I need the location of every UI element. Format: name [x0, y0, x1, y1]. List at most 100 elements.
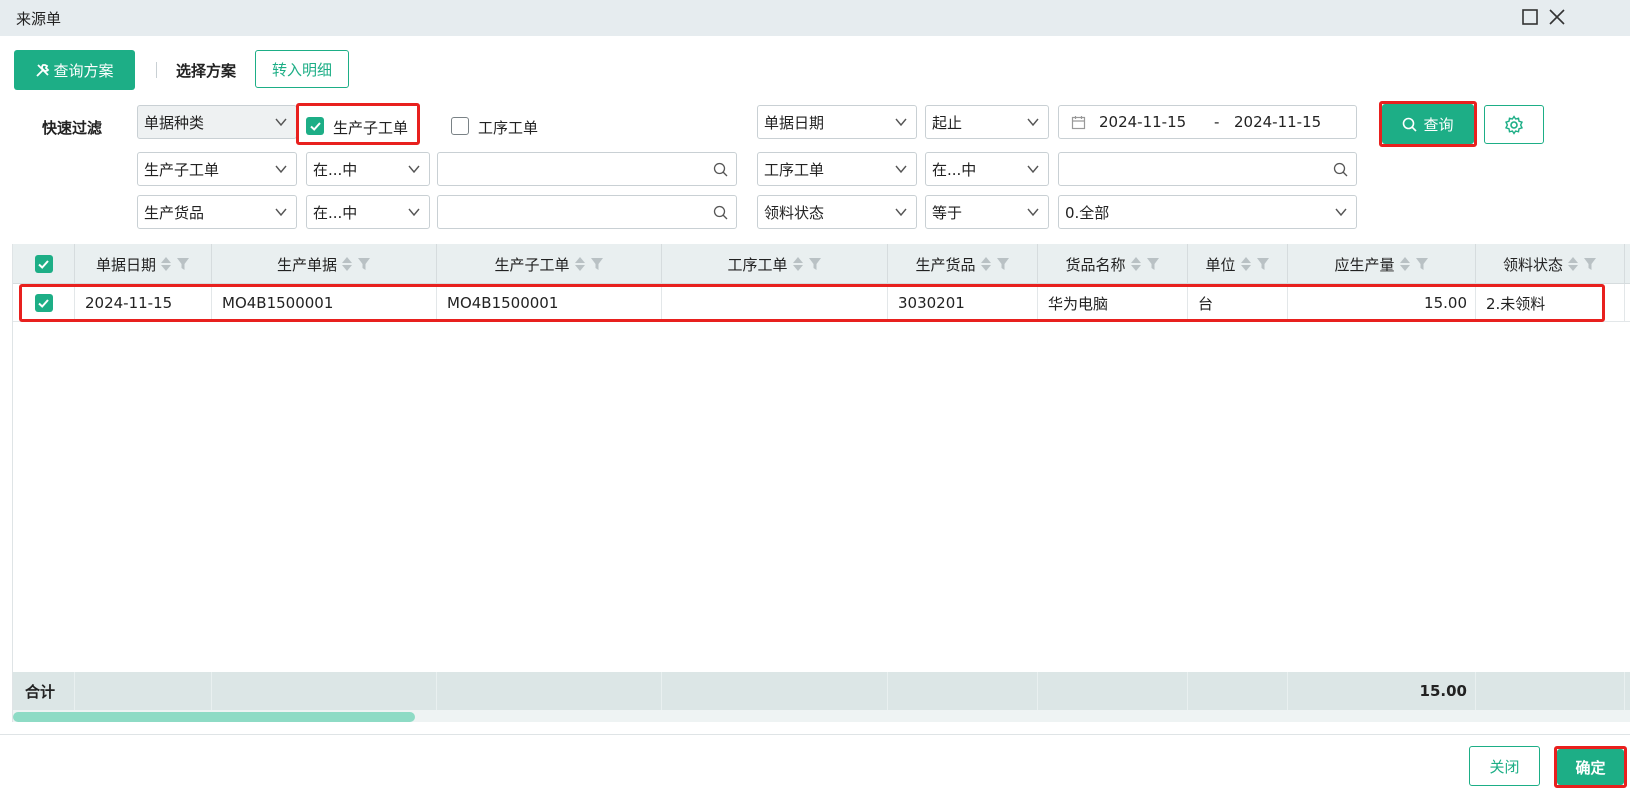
row3-value1-input[interactable]: [437, 195, 737, 229]
column-header-label: 单位: [1205, 255, 1236, 274]
row2-op1-value: 在...中: [313, 160, 358, 179]
process-order-checkbox[interactable]: [451, 117, 469, 135]
confirm-button[interactable]: 确定: [1557, 749, 1624, 785]
gear-icon: [1505, 114, 1523, 135]
chevron-down-icon: [1027, 165, 1039, 174]
chevron-down-icon: [408, 208, 420, 217]
total-qty: 15.00: [1288, 672, 1476, 710]
filter-icon[interactable]: [1256, 257, 1270, 271]
close-button-label: 关闭: [1489, 757, 1520, 776]
chevron-down-icon: [275, 118, 287, 127]
row3-value2-select[interactable]: 0.全部: [1058, 195, 1357, 229]
column-header-label: 货品名称: [1065, 255, 1126, 274]
date-start-value[interactable]: 2024-11-15: [1099, 113, 1186, 131]
date-field-select[interactable]: 单据日期: [757, 105, 917, 139]
column-header-label: 生产子工单: [494, 255, 570, 274]
row3-field2-select[interactable]: 领料状态: [757, 195, 917, 229]
select-all-checkbox[interactable]: [34, 255, 53, 273]
sort-icon[interactable]: [980, 255, 992, 273]
maximize-icon[interactable]: [1521, 8, 1541, 28]
close-button[interactable]: 关闭: [1469, 746, 1540, 786]
check-icon: [38, 259, 49, 269]
sort-icon[interactable]: [1399, 255, 1411, 273]
transfer-detail-button[interactable]: 转入明细: [255, 50, 349, 88]
column-header-label: 单据日期: [95, 255, 156, 274]
row2-op2-select[interactable]: 在...中: [925, 152, 1049, 186]
date-mode-select[interactable]: 起止: [925, 105, 1049, 139]
production-sub-order-label[interactable]: 生产子工单: [333, 117, 408, 138]
process-order-label[interactable]: 工序工单: [478, 117, 538, 138]
search-icon[interactable]: [1333, 162, 1348, 177]
date-end-value[interactable]: 2024-11-15: [1234, 113, 1321, 131]
sort-icon[interactable]: [792, 255, 804, 273]
filter-icon[interactable]: [996, 257, 1010, 271]
confirm-button-label: 确定: [1575, 758, 1606, 777]
date-range-picker[interactable]: 2024-11-15 - 2024-11-15: [1058, 105, 1357, 139]
search-icon: [1403, 117, 1418, 132]
column-header-unit[interactable]: 单位: [1188, 244, 1288, 284]
horizontal-scrollbar[interactable]: [13, 710, 1630, 722]
sort-icon[interactable]: [1130, 255, 1142, 273]
column-header-process-order[interactable]: 工序工单: [662, 244, 888, 284]
column-header-product[interactable]: 生产货品: [888, 244, 1038, 284]
total-label: 合计: [13, 672, 75, 710]
date-separator: -: [1214, 113, 1220, 131]
row3-op2-select[interactable]: 等于: [925, 195, 1049, 229]
chevron-down-icon: [1027, 118, 1039, 127]
search-icon[interactable]: [713, 162, 728, 177]
footer-cell: [1188, 672, 1288, 710]
row-checkbox[interactable]: [34, 294, 53, 312]
select-scheme-label[interactable]: 选择方案: [176, 60, 236, 81]
column-header-product-name[interactable]: 货品名称: [1038, 244, 1188, 284]
column-header-production-doc[interactable]: 生产单据: [212, 244, 437, 284]
filter-icon[interactable]: [176, 257, 190, 271]
footer-cell: [888, 672, 1038, 710]
row3-op1-select[interactable]: 在...中: [306, 195, 430, 229]
row2-value2-input[interactable]: [1058, 152, 1357, 186]
sort-icon[interactable]: [341, 255, 353, 273]
row2-field2-select[interactable]: 工序工单: [757, 152, 917, 186]
row2-op2-value: 在...中: [932, 160, 977, 179]
grid-footer-total: 合计 15.00: [13, 672, 1630, 710]
row2-field2-value: 工序工单: [764, 160, 825, 179]
cell-date: 2024-11-15: [75, 284, 212, 322]
query-button[interactable]: 查询: [1382, 104, 1474, 144]
footer-cell: [437, 672, 662, 710]
column-header-sub-order[interactable]: 生产子工单: [437, 244, 662, 284]
row2-field1-value: 生产子工单: [144, 160, 220, 179]
column-header-material-status[interactable]: 领料状态: [1476, 244, 1625, 284]
cell-planned-qty: 15.00: [1288, 284, 1476, 322]
production-sub-order-checkbox[interactable]: [306, 117, 324, 135]
column-header-date[interactable]: 单据日期: [75, 244, 212, 284]
footer-cell: [1038, 672, 1188, 710]
row2-field1-select[interactable]: 生产子工单: [137, 152, 297, 186]
column-header-label: 工序工单: [727, 255, 788, 274]
settings-button[interactable]: [1484, 105, 1544, 144]
chevron-down-icon: [895, 165, 907, 174]
row2-op1-select[interactable]: 在...中: [306, 152, 430, 186]
table-row[interactable]: 2024-11-15 MO4B1500001 MO4B1500001 30302…: [13, 284, 1630, 322]
doc-type-select[interactable]: 单据种类: [137, 105, 297, 139]
quick-filter-label: 快速过滤: [42, 119, 103, 137]
column-header-planned-qty[interactable]: 应生产量: [1288, 244, 1476, 284]
row2-value1-input[interactable]: [437, 152, 737, 186]
sort-icon[interactable]: [1567, 255, 1579, 273]
search-icon[interactable]: [713, 205, 728, 220]
filter-icon[interactable]: [1146, 257, 1160, 271]
query-scheme-button[interactable]: 查询方案: [14, 50, 135, 90]
filter-icon[interactable]: [590, 257, 604, 271]
check-icon: [309, 121, 321, 131]
filter-icon[interactable]: [1583, 257, 1597, 271]
grid-header: 单据日期 生产单据 生产子工单 工序工单 生产货品 货品名称 单位 应生产量 领…: [13, 244, 1630, 284]
sort-icon[interactable]: [160, 255, 172, 273]
filter-icon[interactable]: [808, 257, 822, 271]
select-all-cell: [13, 244, 75, 284]
filter-icon[interactable]: [357, 257, 371, 271]
sort-icon[interactable]: [1240, 255, 1252, 273]
close-icon[interactable]: [1548, 8, 1568, 28]
query-scheme-label: 查询方案: [53, 61, 114, 80]
scrollbar-thumb[interactable]: [13, 712, 415, 722]
filter-icon[interactable]: [1415, 257, 1429, 271]
row3-field1-select[interactable]: 生产货品: [137, 195, 297, 229]
sort-icon[interactable]: [574, 255, 586, 273]
